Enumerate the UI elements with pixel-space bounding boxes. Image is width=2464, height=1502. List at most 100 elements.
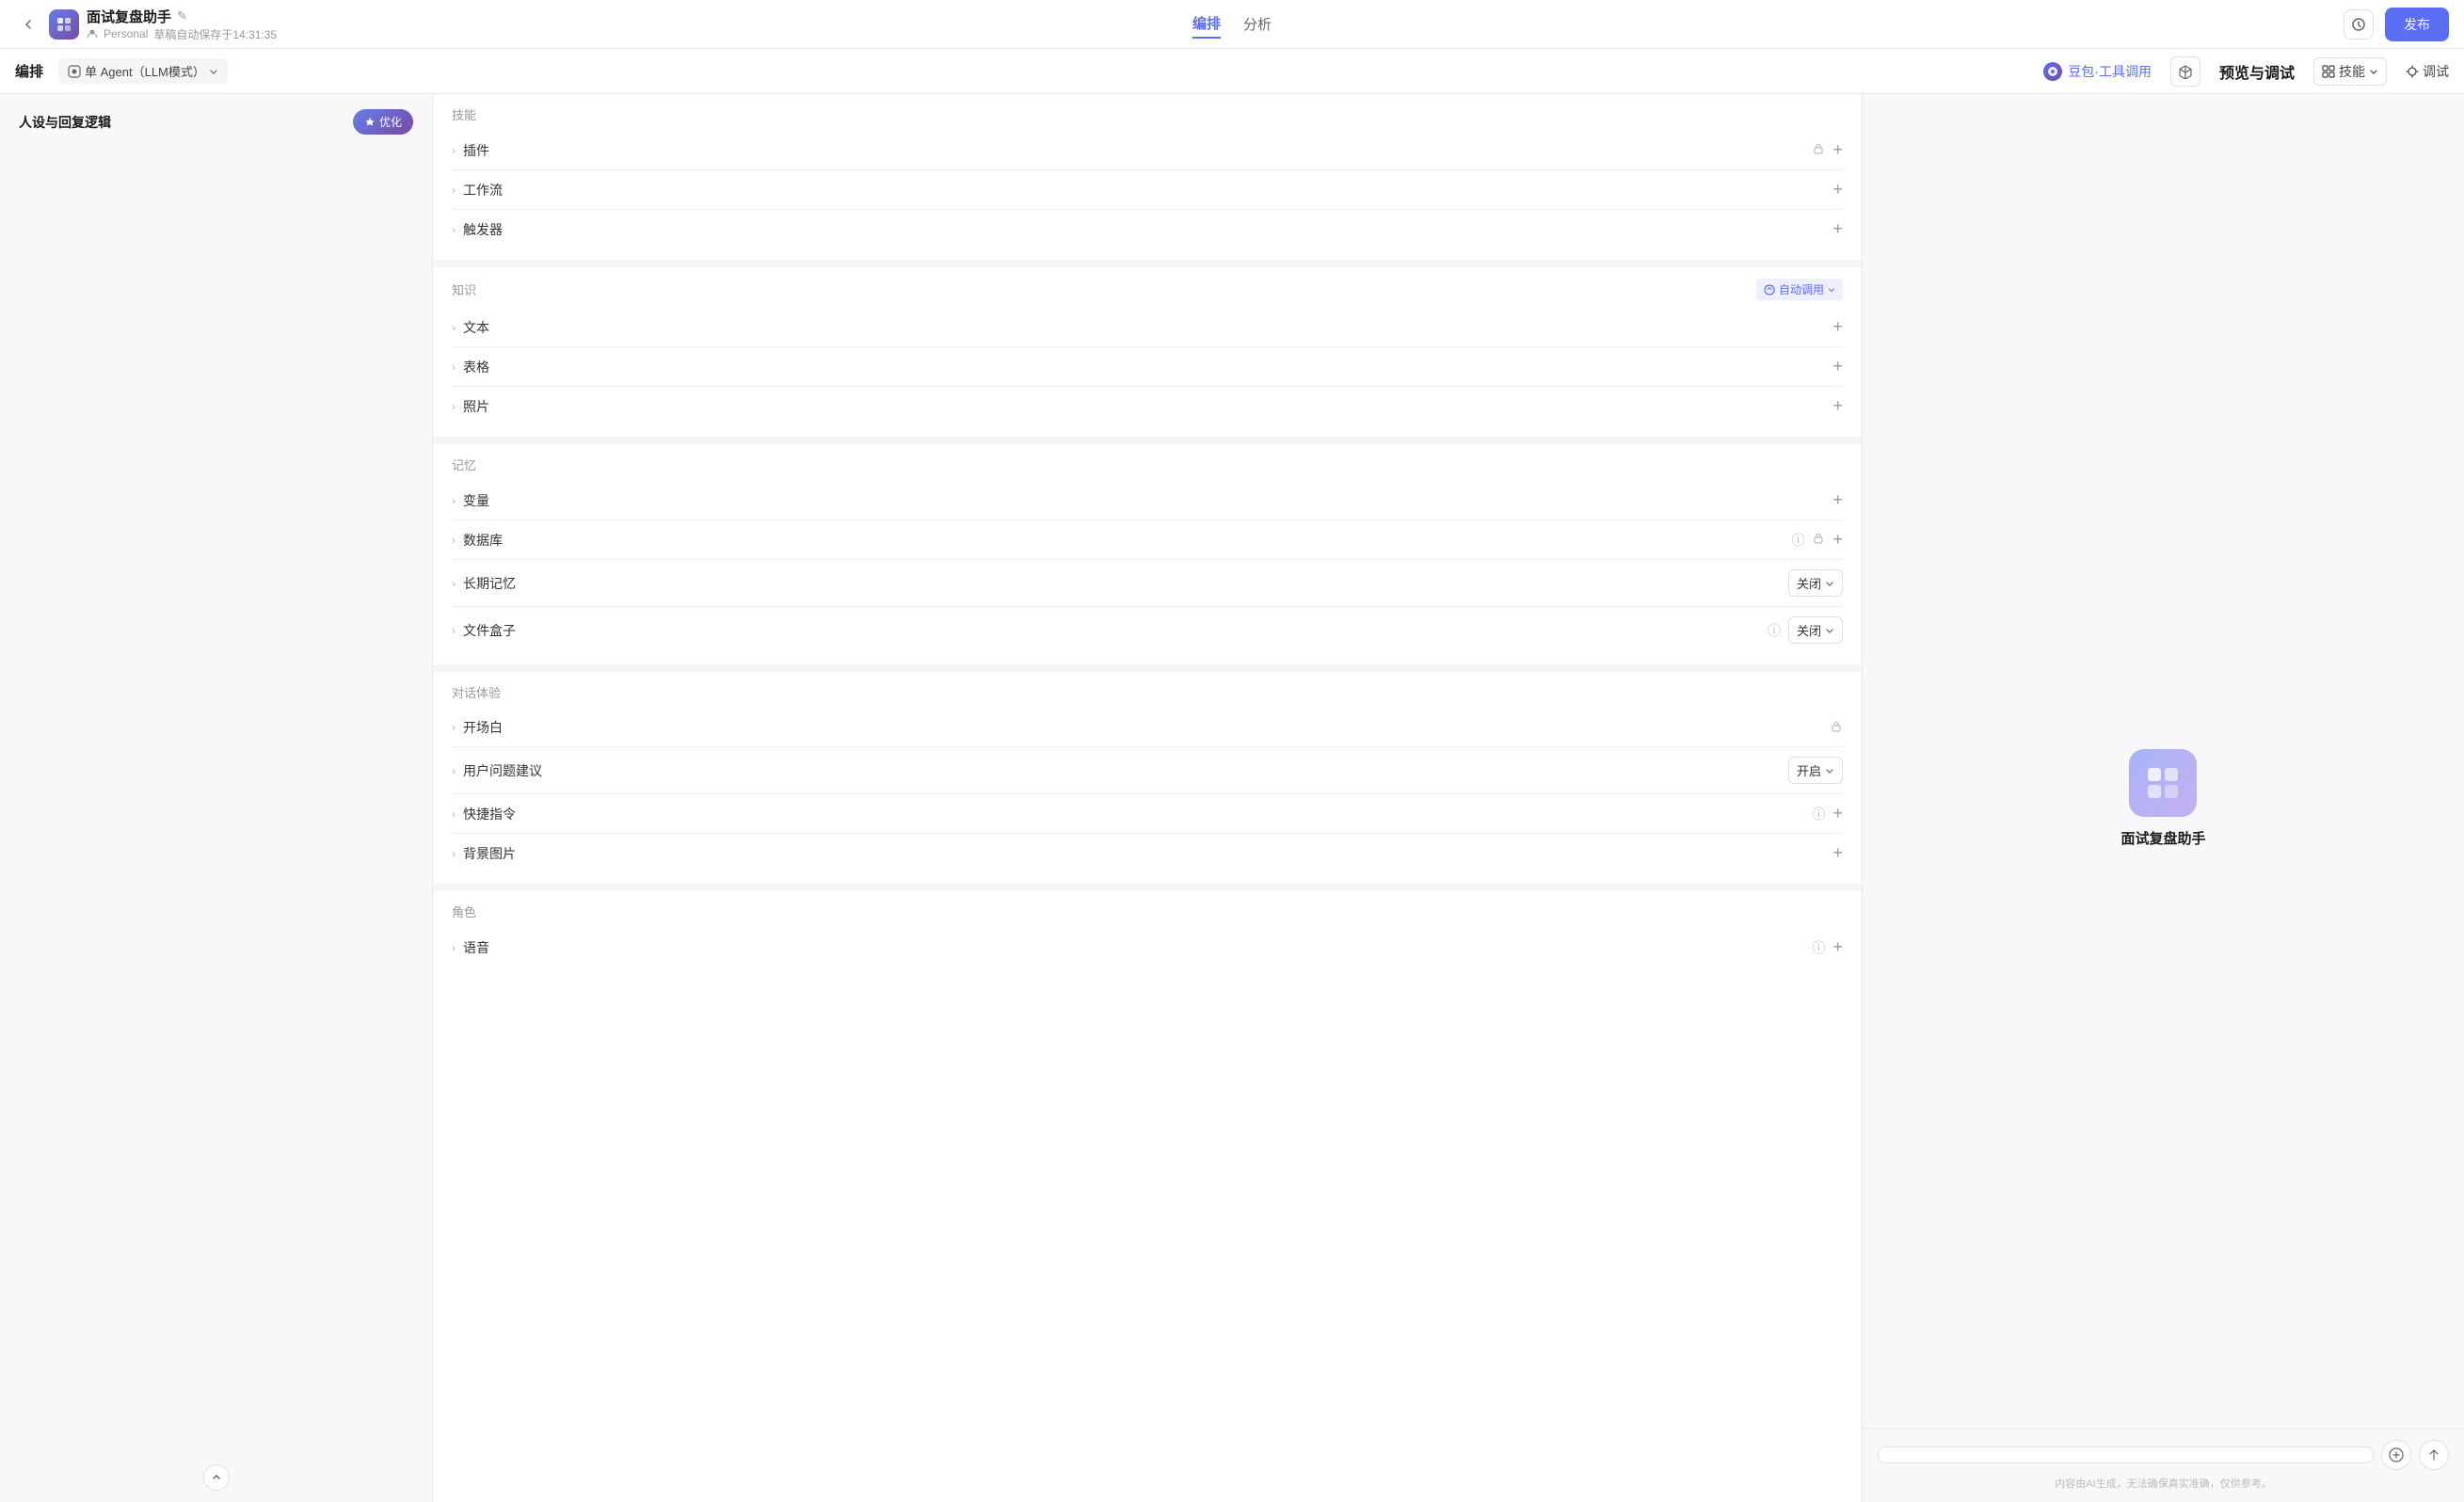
chevron-icon: ›	[452, 534, 456, 547]
add-icon[interactable]: +	[1832, 490, 1843, 510]
skill-actions: +	[1832, 180, 1843, 200]
skills-button[interactable]: 技能	[2313, 57, 2387, 86]
filebox-dropdown[interactable]: 关闭	[1788, 616, 1843, 644]
auto-adjust-button[interactable]: 自动调用	[1756, 279, 1843, 300]
skill-name: 文本	[463, 318, 1832, 337]
chevron-down-small-icon	[1828, 286, 1835, 294]
main-content: 人设与回复逻辑 优化 技能 › 插件	[0, 94, 2464, 1502]
debug-button[interactable]: 调试	[2406, 62, 2449, 81]
skill-item-longterm[interactable]: › 长期记忆 关闭	[452, 560, 1843, 607]
send-button[interactable]	[2419, 1440, 2449, 1470]
skill-actions: 开启	[1788, 757, 1843, 784]
chevron-icon: ›	[452, 144, 456, 157]
section-divider-1	[433, 260, 1862, 267]
nav-tab-analysis[interactable]: 分析	[1243, 10, 1272, 38]
history-button[interactable]	[2344, 9, 2374, 40]
suggestions-dropdown[interactable]: 开启	[1788, 757, 1843, 784]
chevron-icon: ›	[452, 764, 456, 777]
skills-section: 技能 › 插件 + › 工作流 +	[433, 94, 1862, 260]
chevron-icon: ›	[452, 624, 456, 637]
agent-mode-selector[interactable]: 单 Agent（LLM模式）	[58, 58, 228, 84]
second-toolbar: 编排 单 Agent（LLM模式） 豆包·工具调用 预览与	[0, 49, 2464, 94]
skill-item-filebox[interactable]: › 文件盒子 ⓘ 关闭	[452, 607, 1843, 653]
knowledge-section-header: 知识 自动调用	[452, 279, 1843, 300]
add-icon[interactable]: +	[1832, 357, 1843, 376]
skill-item-table[interactable]: › 表格 +	[452, 347, 1843, 387]
person-icon	[87, 28, 98, 40]
add-icon[interactable]: +	[1832, 937, 1843, 957]
toolbar-label: 编排	[15, 61, 43, 81]
add-icon[interactable]: +	[1832, 180, 1843, 200]
publish-button[interactable]: 发布	[2385, 8, 2449, 41]
edit-icon[interactable]: ✎	[177, 8, 187, 24]
skill-name: 工作流	[463, 181, 1832, 200]
collapse-button[interactable]	[203, 1464, 230, 1491]
skill-item-workflow[interactable]: › 工作流 +	[452, 170, 1843, 210]
add-icon[interactable]: +	[1832, 317, 1843, 337]
doubao-tools-button[interactable]: 豆包·工具调用	[2043, 62, 2152, 81]
memory-section-title: 记忆	[452, 455, 1843, 473]
skill-item-trigger[interactable]: › 触发器 +	[452, 210, 1843, 248]
agent-icon	[68, 65, 81, 78]
skill-name: 开场白	[463, 718, 1830, 737]
back-button[interactable]	[15, 11, 41, 38]
skill-actions: +	[1832, 396, 1843, 416]
preview-input-row	[1878, 1440, 2449, 1470]
plugin-icon-button[interactable]	[2170, 56, 2200, 87]
chevron-icon: ›	[452, 577, 456, 590]
skill-item-text[interactable]: › 文本 +	[452, 308, 1843, 347]
chevron-icon: ›	[452, 360, 456, 374]
info-icon: ⓘ	[1812, 805, 1825, 823]
skill-item-voice[interactable]: › 语音 ⓘ +	[452, 928, 1843, 967]
skill-name: 表格	[463, 358, 1832, 376]
skill-item-variable[interactable]: › 变量 +	[452, 481, 1843, 520]
optimize-icon	[364, 117, 376, 128]
add-icon[interactable]: +	[1832, 530, 1843, 550]
chevron-icon: ›	[452, 941, 456, 954]
top-bar: 面试复盘助手 ✎ Personal 草稿自动保存于14:31:35 编排 分析 …	[0, 0, 2464, 49]
add-icon[interactable]: +	[1832, 804, 1843, 823]
skill-name: 数据库	[463, 531, 1791, 550]
add-icon[interactable]: +	[1832, 140, 1843, 160]
lock-icon	[1830, 720, 1843, 736]
preview-input-area[interactable]	[1878, 1446, 2374, 1463]
role-section-title: 角色	[452, 903, 1843, 920]
left-panel-header: 人设与回复逻辑 优化	[0, 94, 432, 146]
top-bar-left: 面试复盘助手 ✎ Personal 草稿自动保存于14:31:35	[15, 7, 1232, 42]
skill-item-opening[interactable]: › 开场白	[452, 709, 1843, 747]
chevron-icon: ›	[452, 223, 456, 236]
memory-section: 记忆 › 变量 + › 数据库 ⓘ	[433, 444, 1862, 664]
longterm-dropdown[interactable]: 关闭	[1788, 569, 1843, 597]
preview-bottom-bar: 内容由AI生成，无法确保真实准确，仅供参考。	[1863, 1428, 2464, 1502]
skill-actions: 关闭	[1788, 569, 1843, 597]
skill-name: 语音	[463, 938, 1812, 957]
skills-icon	[2322, 65, 2335, 78]
skill-item-plugin[interactable]: › 插件 +	[452, 131, 1843, 170]
knowledge-section-title: 知识	[452, 280, 476, 298]
app-title-row: 面试复盘助手 ✎	[87, 7, 277, 26]
left-panel: 人设与回复逻辑 优化	[0, 94, 433, 1502]
skill-item-suggestions[interactable]: › 用户问题建议 开启	[452, 747, 1843, 794]
info-icon: ⓘ	[1791, 531, 1804, 550]
skill-actions	[1830, 720, 1843, 736]
add-icon[interactable]: +	[1832, 396, 1843, 416]
preview-label: 预览与调试	[2219, 60, 2295, 83]
skill-name: 背景图片	[463, 844, 1832, 863]
skill-item-database[interactable]: › 数据库 ⓘ +	[452, 520, 1843, 560]
chevron-icon: ›	[452, 721, 456, 734]
skill-item-shortcut[interactable]: › 快捷指令 ⓘ +	[452, 794, 1843, 834]
skill-item-background[interactable]: › 背景图片 +	[452, 834, 1843, 872]
debug-icon	[2406, 65, 2419, 78]
add-icon[interactable]: +	[1832, 219, 1843, 239]
add-circle-button[interactable]	[2381, 1440, 2411, 1470]
app-icon	[49, 9, 79, 40]
optimize-button[interactable]: 优化	[353, 109, 413, 135]
chevron-icon: ›	[452, 184, 456, 197]
add-icon[interactable]: +	[1832, 843, 1843, 863]
skill-actions: +	[1832, 357, 1843, 376]
skill-item-photo[interactable]: › 照片 +	[452, 387, 1843, 425]
section-divider-3	[433, 664, 1862, 672]
dropdown-chevron-icon	[1825, 579, 1834, 588]
nav-tab-edit[interactable]: 编排	[1192, 9, 1221, 39]
skill-name: 用户问题建议	[463, 761, 1788, 780]
